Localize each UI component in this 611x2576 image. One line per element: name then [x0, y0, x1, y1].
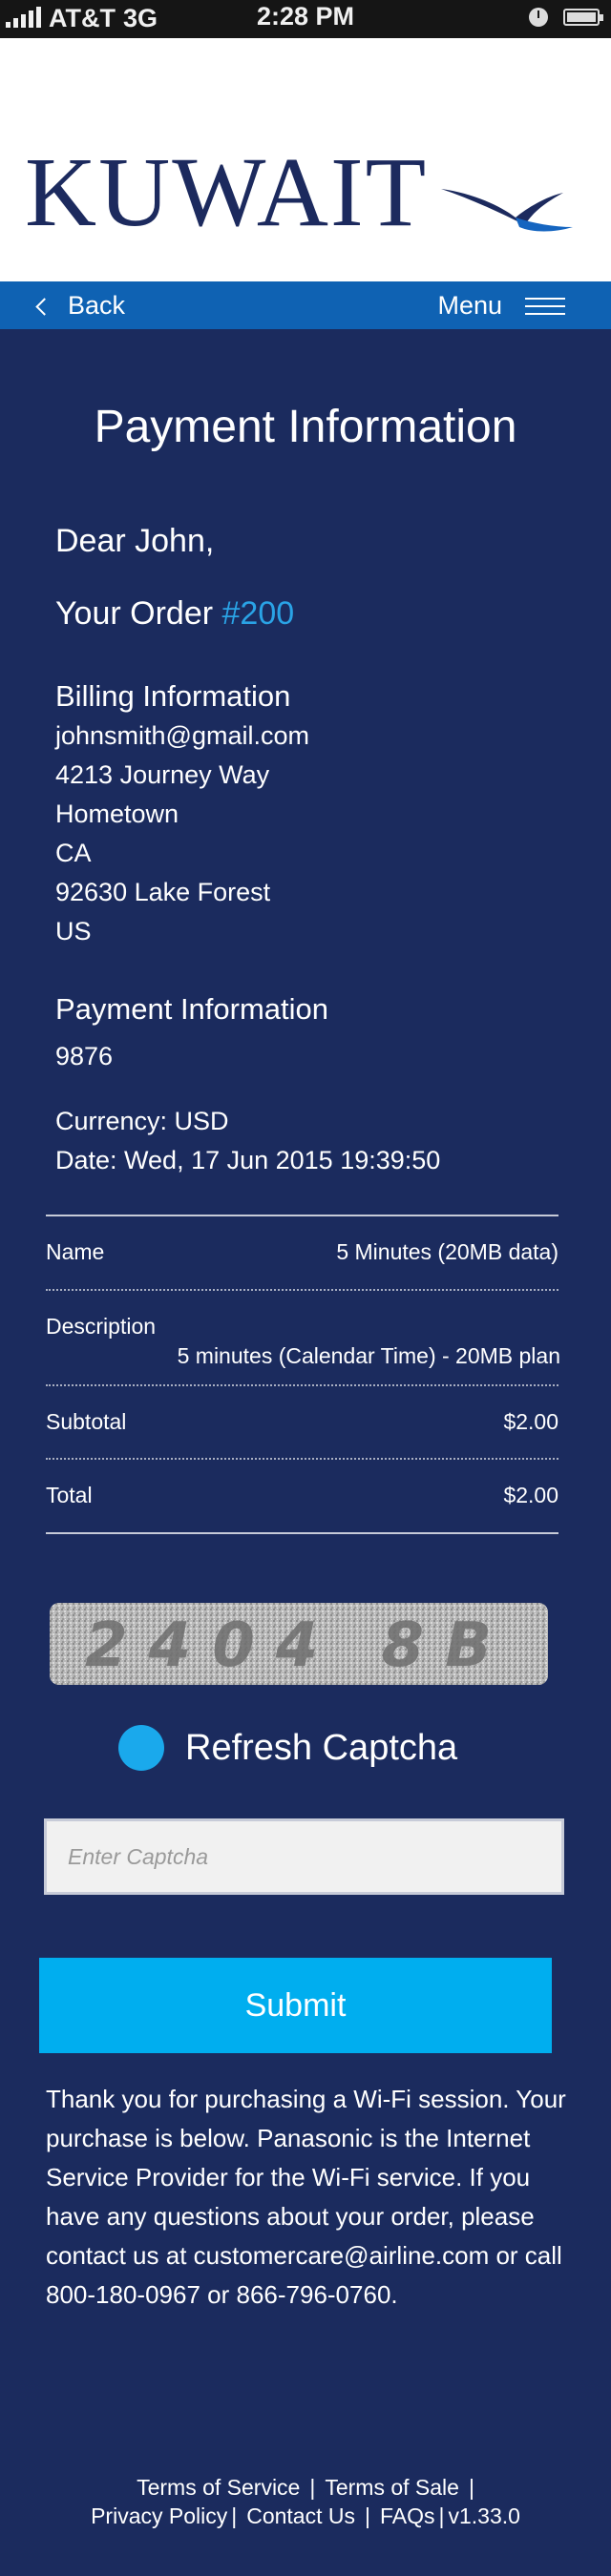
captcha-input[interactable] — [44, 1818, 564, 1895]
payment-heading: Payment Information — [55, 992, 329, 1026]
status-right — [529, 8, 603, 27]
thank-you-message: Thank you for purchasing a Wi-Fi session… — [46, 2085, 566, 2309]
billing-zip-city: 92630 Lake Forest — [55, 878, 271, 906]
refresh-icon — [118, 1725, 164, 1771]
back-label: Back — [68, 291, 126, 320]
menu-button[interactable]: Menu — [437, 291, 565, 321]
row-divider — [46, 1289, 558, 1291]
payment-currency: Currency: USD — [55, 1107, 229, 1135]
battery-icon — [563, 9, 603, 26]
summary-bottom-divider — [46, 1532, 558, 1534]
captcha-image: 2404 8B — [50, 1603, 548, 1685]
subtotal-label: Subtotal — [46, 1409, 127, 1434]
description-value: 5 minutes (Calendar Time) - 20MB plan — [177, 1343, 560, 1368]
billing-street: 4213 Journey Way — [55, 760, 270, 789]
back-button[interactable]: Back — [35, 291, 126, 321]
menu-label: Menu — [437, 291, 502, 320]
status-time: 2:28 PM — [256, 2, 355, 31]
brand-logo-text: KUWAIT — [25, 137, 429, 247]
refresh-captcha-label: Refresh Captcha — [185, 1727, 458, 1768]
total-value: $2.00 — [503, 1483, 558, 1507]
description-label: Description — [46, 1314, 157, 1339]
payment-date: Date: Wed, 17 Jun 2015 19:39:50 — [55, 1146, 441, 1174]
faqs-link[interactable]: FAQs — [380, 2503, 435, 2528]
total-label: Total — [46, 1483, 93, 1507]
payment-card: 9876 — [55, 1042, 114, 1070]
order-number-link[interactable]: #200 — [222, 595, 295, 632]
billing-heading: Billing Information — [55, 679, 291, 713]
billing-country: US — [55, 917, 92, 945]
nav-bar: Back Menu — [0, 281, 611, 329]
privacy-policy-link[interactable]: Privacy Policy — [91, 2503, 227, 2528]
greeting: Dear John, — [55, 523, 215, 559]
status-bar: AT&T 3G 2:28 PM — [0, 0, 611, 38]
billing-email: johnsmith@gmail.com — [55, 721, 309, 750]
terms-of-sale-link[interactable]: Terms of Sale — [325, 2475, 459, 2500]
version-label: v1.33.0 — [448, 2503, 520, 2528]
bird-logo-icon — [441, 189, 573, 232]
terms-of-service-link[interactable]: Terms of Service — [137, 2475, 300, 2500]
order-line: Your Order #200 — [55, 595, 294, 633]
order-label: Your Order — [55, 595, 214, 632]
subtotal-value: $2.00 — [503, 1409, 558, 1434]
hamburger-menu-icon — [525, 297, 565, 315]
alarm-clock-icon — [529, 8, 548, 27]
row-divider — [46, 1384, 558, 1386]
captcha-text: 2404 8B — [85, 1610, 513, 1681]
summary-top-divider — [46, 1215, 558, 1216]
name-label: Name — [46, 1239, 105, 1264]
row-divider — [46, 1458, 558, 1460]
chevron-left-icon — [35, 298, 53, 316]
billing-state: CA — [55, 839, 92, 867]
contact-us-link[interactable]: Contact Us — [246, 2503, 355, 2528]
submit-button[interactable]: Submit — [39, 1958, 552, 2053]
billing-town: Hometown — [55, 800, 179, 828]
logo-header: KUWAIT — [0, 38, 611, 281]
name-value: 5 Minutes (20MB data) — [336, 1239, 558, 1264]
refresh-captcha-button[interactable]: Refresh Captcha — [118, 1725, 457, 1771]
page-title: Payment Information — [94, 402, 517, 452]
footer: Terms of Service | Terms of Sale | Privacy … — [91, 2475, 520, 2528]
